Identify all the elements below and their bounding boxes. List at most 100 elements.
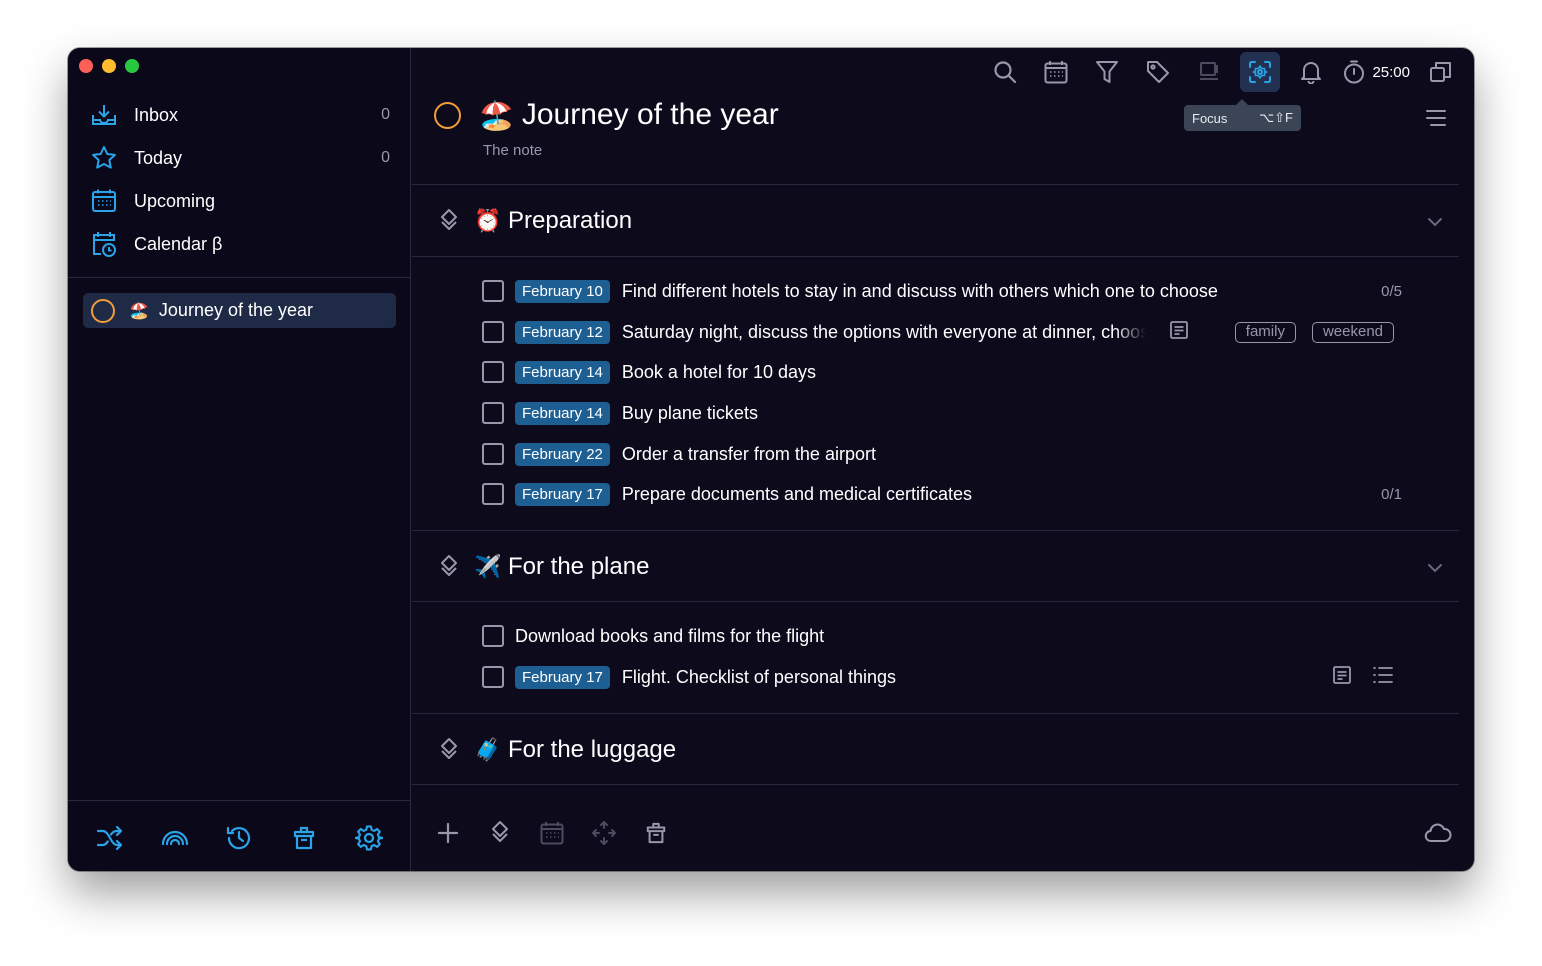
task-title[interactable]: Book a hotel for 10 days <box>622 362 816 383</box>
tag-weekend[interactable]: weekend <box>1311 321 1394 343</box>
delete-button[interactable] <box>641 818 671 848</box>
project-note[interactable]: The note <box>483 142 542 159</box>
add-task-button[interactable] <box>433 818 463 848</box>
task-row[interactable]: Download books and films for the flight <box>482 621 1402 651</box>
focus-tooltip: Focus ⌥⇧F <box>1184 99 1301 131</box>
add-section-button[interactable] <box>485 818 515 848</box>
schedule-button[interactable] <box>537 818 567 848</box>
star-icon <box>90 144 118 172</box>
task-checkbox[interactable] <box>482 625 504 647</box>
sidebar-item-label: Today <box>134 147 183 168</box>
task-row[interactable]: February 12 Saturday night, discuss the … <box>482 317 1402 347</box>
project-menu-button[interactable] <box>1422 104 1450 132</box>
date-badge[interactable]: February 17 <box>515 482 610 506</box>
sidebar-divider <box>68 800 411 801</box>
date-badge[interactable]: February 14 <box>515 360 610 384</box>
rainbow-icon[interactable] <box>159 822 191 854</box>
section-header[interactable]: 🧳 For the luggage <box>434 730 1444 770</box>
history-icon[interactable] <box>223 822 255 854</box>
calendar-grid-icon <box>90 187 118 215</box>
task-title[interactable]: Buy plane tickets <box>622 403 758 424</box>
task-row[interactable]: February 14 Book a hotel for 10 days <box>482 357 1402 387</box>
task-row[interactable]: February 17 Prepare documents and medica… <box>482 479 1402 509</box>
task-checkbox[interactable] <box>482 666 504 688</box>
section-emoji: ✈️ <box>474 554 502 579</box>
move-arrows-icon <box>592 821 616 845</box>
sync-button[interactable] <box>1423 818 1453 848</box>
task-title[interactable]: Find different hotels to stay in and dis… <box>622 281 1218 302</box>
note-icon <box>1332 665 1352 690</box>
chevron-down-icon[interactable] <box>1426 553 1444 581</box>
sidebar-item-calendar[interactable]: Calendar β <box>90 226 390 262</box>
divider <box>412 256 1459 257</box>
date-badge[interactable]: February 12 <box>515 320 610 344</box>
task-title[interactable]: Order a transfer from the airport <box>622 444 876 465</box>
hamburger-menu-icon <box>1426 110 1446 126</box>
close-window-button[interactable] <box>79 59 93 73</box>
sidebar-item-project[interactable]: 🏖️ Journey of the year <box>83 293 396 328</box>
sidebar-item-upcoming[interactable]: Upcoming <box>90 183 390 219</box>
task-row[interactable]: February 14 Buy plane tickets <box>482 398 1402 428</box>
date-badge[interactable]: February 22 <box>515 442 610 466</box>
task-checkbox[interactable] <box>482 361 504 383</box>
sidebar-item-today[interactable]: Today 0 <box>90 140 390 176</box>
section-header[interactable]: ⏰ Preparation <box>434 201 1444 241</box>
trash-icon[interactable] <box>288 822 320 854</box>
tags-button[interactable] <box>1138 52 1178 92</box>
inbox-tray-icon <box>90 101 118 129</box>
task-row[interactable]: February 17 Flight. Checklist of persona… <box>482 662 1402 692</box>
section-diamond-icon[interactable] <box>434 208 464 234</box>
search-button[interactable] <box>985 52 1025 92</box>
task-checkbox[interactable] <box>482 443 504 465</box>
divider <box>412 601 1459 602</box>
logbook-button[interactable] <box>1189 52 1229 92</box>
date-badge[interactable]: February 17 <box>515 665 610 689</box>
section-diamond-icon[interactable] <box>434 554 464 580</box>
copy-icon <box>1430 62 1451 82</box>
zoom-window-button[interactable] <box>125 59 139 73</box>
chevron-down-icon[interactable] <box>1426 207 1444 235</box>
checklist-icon <box>1372 665 1394 690</box>
section-header[interactable]: ✈️ For the plane <box>434 547 1444 587</box>
sidebar-divider <box>68 277 411 278</box>
task-title[interactable]: Prepare documents and medical certificat… <box>622 484 972 505</box>
date-badge[interactable]: February 10 <box>515 279 610 303</box>
focus-button[interactable] <box>1240 52 1281 92</box>
tooltip-shortcut: ⌥⇧F <box>1259 110 1293 125</box>
calendar-button[interactable] <box>1036 52 1076 92</box>
notifications-button[interactable] <box>1291 52 1331 92</box>
tag-family[interactable]: family <box>1234 321 1296 343</box>
stopwatch-icon <box>1344 60 1365 84</box>
task-title[interactable]: Download books and films for the flight <box>515 626 824 647</box>
calendar-grid-icon <box>540 822 564 845</box>
calendar-clock-icon <box>90 230 118 258</box>
task-row[interactable]: February 10 Find different hotels to sta… <box>482 276 1402 306</box>
focus-icon <box>1249 61 1272 83</box>
page-title[interactable]: Journey of the year <box>522 98 779 132</box>
task-title[interactable]: Saturday night, discuss the options with… <box>622 322 1146 343</box>
sidebar: Inbox 0 Today 0 Upcoming Calendar β 🏖️ J… <box>68 48 411 871</box>
pomodoro-timer[interactable]: 25:00 <box>1342 60 1410 84</box>
task-checkbox[interactable] <box>482 321 504 343</box>
date-badge[interactable]: February 14 <box>515 401 610 425</box>
shuffle-icon[interactable] <box>94 822 126 854</box>
project-emoji: 🏖️ <box>129 302 149 320</box>
move-button[interactable] <box>589 818 619 848</box>
section-title: For the plane <box>508 553 650 580</box>
section-diamond-icon <box>492 821 508 842</box>
new-window-button[interactable] <box>1421 52 1461 92</box>
task-checkbox[interactable] <box>482 402 504 424</box>
task-checkbox[interactable] <box>482 280 504 302</box>
filter-button[interactable] <box>1087 52 1127 92</box>
settings-icon[interactable] <box>353 822 385 854</box>
project-progress-ring[interactable] <box>434 101 461 129</box>
task-checkbox[interactable] <box>482 483 504 505</box>
search-icon <box>994 61 1017 84</box>
task-title[interactable]: Flight. Checklist of personal things <box>622 667 896 688</box>
sidebar-item-inbox[interactable]: Inbox 0 <box>90 97 390 133</box>
section-diamond-icon[interactable] <box>434 737 464 763</box>
minimize-window-button[interactable] <box>102 59 116 73</box>
subtask-progress: 0/1 <box>1381 485 1402 503</box>
divider <box>412 184 1459 185</box>
task-row[interactable]: February 22 Order a transfer from the ai… <box>482 439 1402 469</box>
